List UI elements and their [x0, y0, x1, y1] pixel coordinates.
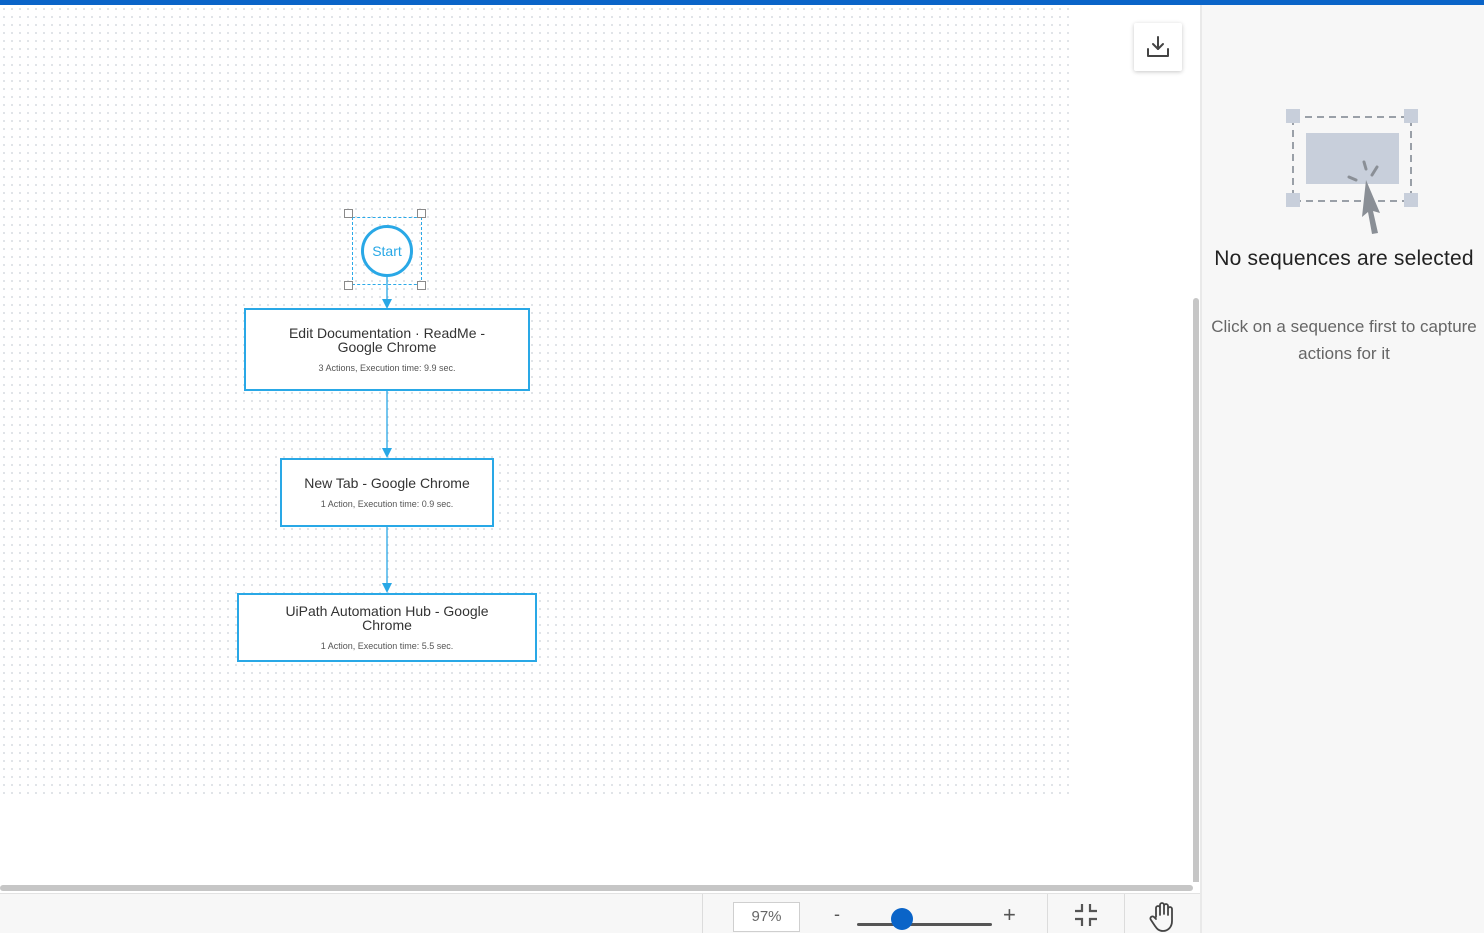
zoom-in-button[interactable]: + — [1003, 902, 1016, 928]
sequence-node-automation-hub[interactable]: UiPath Automation Hub - Google Chrome 1 … — [237, 593, 537, 662]
canvas-toolbar: 97% - + — [0, 893, 1200, 933]
flow-canvas[interactable]: Start Edit Documentation · ReadMe - Goog… — [0, 5, 1200, 887]
horizontal-scrollbar[interactable] — [0, 885, 1193, 891]
pan-tool-button[interactable] — [1148, 900, 1178, 932]
start-node[interactable]: Start — [361, 225, 413, 277]
process-map-app: Start Edit Documentation · ReadMe - Goog… — [0, 0, 1484, 933]
canvas-dot-grid — [0, 5, 1070, 800]
zoom-slider-track[interactable] — [857, 923, 992, 926]
hand-icon — [1149, 902, 1173, 932]
zoom-slider-knob[interactable] — [891, 908, 913, 930]
sequence-title: New Tab - Google Chrome — [304, 475, 470, 491]
sequence-title: Edit Documentation · ReadMe - Google Chr… — [288, 325, 486, 355]
empty-state-description: Click on a sequence first to capture act… — [1211, 317, 1477, 363]
download-icon — [1147, 36, 1169, 57]
start-node-label: Start — [372, 243, 402, 259]
compress-icon — [1075, 904, 1097, 926]
zoom-out-button[interactable]: - — [834, 904, 840, 925]
zoom-percentage-field[interactable]: 97% — [733, 902, 800, 932]
resize-handle-top-left[interactable] — [344, 209, 353, 218]
sequence-meta: 1 Action, Execution time: 0.9 sec. — [320, 499, 454, 509]
sequence-meta: 3 Actions, Execution time: 9.9 sec. — [318, 363, 456, 373]
fit-to-screen-button[interactable] — [1072, 901, 1100, 929]
select-sequence-illustration — [1286, 109, 1418, 234]
resize-handle-top-right[interactable] — [417, 209, 426, 218]
toolbar-divider — [702, 894, 703, 933]
sequence-node-edit-documentation[interactable]: Edit Documentation · ReadMe - Google Chr… — [244, 308, 530, 391]
empty-state-title: No sequences are selected — [1214, 247, 1474, 270]
sequence-node-new-tab[interactable]: New Tab - Google Chrome 1 Action, Execut… — [280, 458, 494, 527]
vertical-scrollbar[interactable] — [1193, 298, 1199, 886]
resize-handle-bottom-left[interactable] — [344, 281, 353, 290]
sequence-title: UiPath Automation Hub - Google Chrome — [285, 603, 489, 633]
toolbar-divider — [1124, 894, 1125, 933]
toolbar-divider — [1047, 894, 1048, 933]
resize-handle-bottom-right[interactable] — [417, 281, 426, 290]
details-panel: No sequences are selected Click on a seq… — [1200, 5, 1484, 933]
sequence-meta: 1 Action, Execution time: 5.5 sec. — [320, 641, 454, 651]
download-button[interactable] — [1134, 23, 1182, 71]
